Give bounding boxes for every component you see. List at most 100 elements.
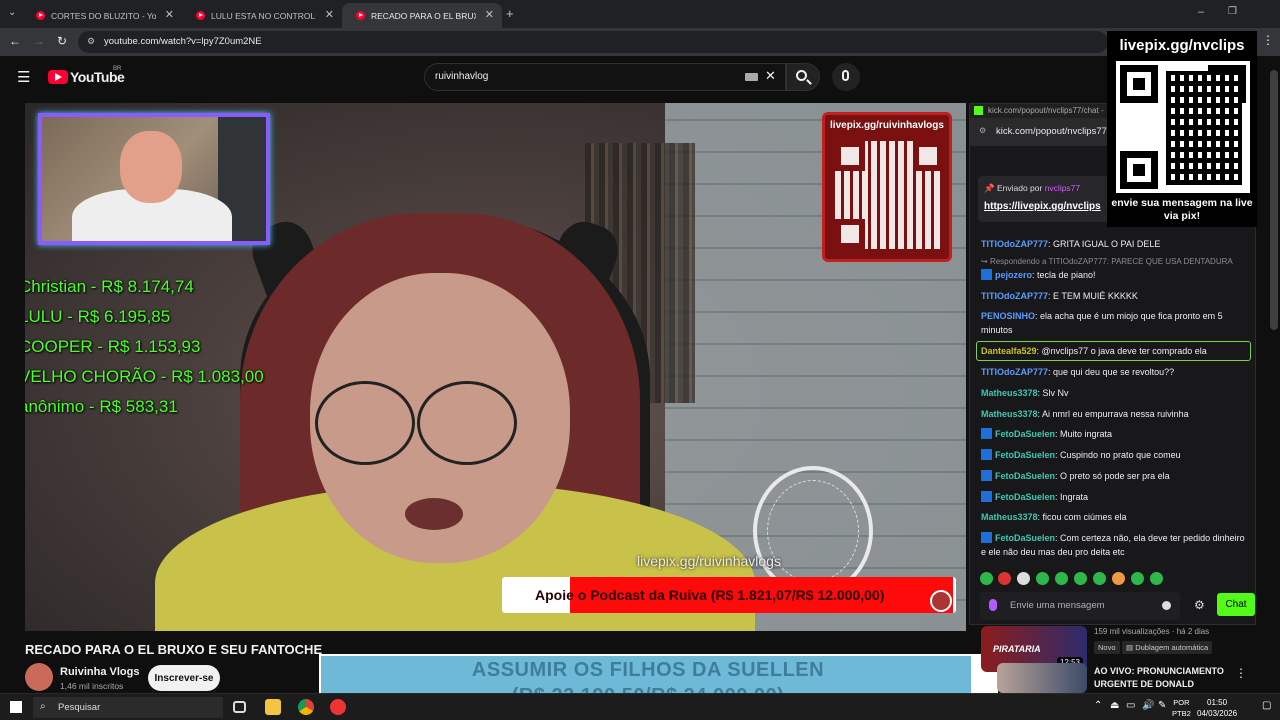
chat-username[interactable]: FetoDaSuelen — [995, 492, 1055, 502]
chat-username[interactable]: TITIOdoZAP777 — [981, 291, 1048, 301]
back-arrow-icon[interactable]: ← — [9, 34, 21, 48]
chat-input-placeholder: Envie uma mensagem — [1010, 600, 1105, 611]
thumbnail-text: PIRATARIA — [993, 644, 1041, 654]
task-view-icon[interactable] — [233, 701, 246, 713]
file-explorer-icon[interactable] — [265, 699, 281, 715]
chat-message: Matheus3378: Ai nmrl eu empurrava nessa … — [981, 407, 1246, 421]
tab-recado-para-o-el-bruxo[interactable]: RECADO PARA O EL BRUXO ✕ — [342, 3, 502, 28]
keyboard-icon[interactable] — [745, 73, 758, 81]
chat-text: : Muito ingrata — [1055, 429, 1113, 439]
search-input[interactable]: ruivinhavlog ✕ — [424, 63, 786, 91]
subscribe-button[interactable]: Inscrever-se — [148, 665, 220, 691]
chat-settings-gear-icon[interactable]: ⚙ — [1194, 598, 1205, 612]
address-bar[interactable]: ⚙ youtube.com/watch?v=lpy7Z0um2NE — [78, 31, 1108, 53]
microphone-icon[interactable] — [989, 599, 997, 611]
chat-username[interactable]: TITIOdoZAP777 — [981, 239, 1048, 249]
maximize-window-icon[interactable]: ❐ — [1228, 6, 1237, 17]
recommendation-thumbnail[interactable] — [997, 663, 1087, 693]
emote-icon[interactable] — [1074, 572, 1087, 585]
volume-icon[interactable]: 🔊 — [1142, 700, 1154, 711]
chat-message: FetoDaSuelen: Com certeza não, ela deve … — [981, 531, 1246, 559]
glasses-left-lens — [315, 381, 415, 465]
chrome-icon[interactable] — [298, 699, 314, 715]
emote-icon[interactable] — [980, 572, 993, 585]
more-actions-icon[interactable]: ⋮ — [1235, 666, 1247, 680]
network-icon[interactable]: ▭ — [1126, 700, 1135, 711]
close-tab-icon[interactable]: ✕ — [485, 8, 494, 21]
chat-username[interactable]: FetoDaSuelen — [995, 471, 1055, 481]
chat-username[interactable]: FetoDaSuelen — [995, 429, 1055, 439]
qr-finder — [913, 141, 943, 171]
tray-chevron-icon[interactable]: ⌃ — [1094, 700, 1102, 711]
pen-icon[interactable]: ✎ — [1158, 700, 1166, 711]
emote-icon[interactable] — [1112, 572, 1125, 585]
video-title: RECADO PARA O EL BRUXO E SEU FANTOCHE — [25, 642, 323, 657]
donor-rank-4: VELHO CHORÃO - R$ 1.083,00 — [25, 367, 264, 386]
qr-finder — [1120, 65, 1158, 103]
qr-code — [1116, 61, 1250, 193]
chat-username[interactable]: TITIOdoZAP777 — [981, 367, 1048, 377]
youtube-logo[interactable]: YouTube BR — [48, 66, 128, 88]
chat-username[interactable]: FetoDaSuelen — [995, 533, 1055, 543]
search-button[interactable] — [786, 63, 820, 91]
emote-icon[interactable] — [998, 572, 1011, 585]
emote-icon[interactable] — [1093, 572, 1106, 585]
input-language[interactable]: POR PTB2 — [1172, 697, 1191, 719]
notification-icon[interactable]: ▢ — [1262, 700, 1271, 711]
chrome-profile-icon[interactable] — [330, 699, 346, 715]
close-tab-icon[interactable]: ✕ — [325, 8, 334, 21]
emote-icon[interactable] — [1131, 572, 1144, 585]
chat-text: : E TEM MUIÉ KKKKK — [1048, 291, 1138, 301]
site-info-icon[interactable]: ⚙ — [87, 36, 95, 47]
forward-arrow-icon[interactable]: → — [33, 34, 45, 48]
taskbar-search[interactable]: ⌕ Pesquisar — [33, 697, 223, 718]
new-tab-icon[interactable]: + — [506, 6, 514, 21]
chat-username[interactable]: FetoDaSuelen — [995, 450, 1055, 460]
channel-avatar[interactable] — [25, 663, 53, 691]
chat-username[interactable]: Matheus3378 — [981, 388, 1038, 398]
tab-lulu-esta-no-controle[interactable]: LULU ESTA NO CONTROLE DE ✕ — [182, 3, 342, 28]
video-player[interactable]: Christian - R$ 8.174,74 LULU - R$ 6.195,… — [25, 103, 966, 631]
emote-icon[interactable] — [1150, 572, 1163, 585]
donation-goal-bar: Apoie o Podcast da Ruiva (R$ 1.821,07/R$… — [502, 577, 956, 613]
minimize-window-icon[interactable]: – — [1198, 6, 1204, 18]
voice-search-button[interactable] — [832, 63, 860, 91]
chat-username[interactable]: Matheus3378 — [981, 409, 1038, 419]
tab-search-icon[interactable]: ⌄ — [8, 7, 16, 18]
popout-title: kick.com/popout/nvclips77/chat - — [988, 106, 1104, 115]
chat-username[interactable]: pejozero — [995, 270, 1032, 280]
channel-name[interactable]: Ruivinha Vlogs — [60, 666, 139, 678]
chat-username[interactable]: Matheus3378 — [981, 512, 1038, 522]
chat-username[interactable]: Dantealfa529 — [981, 346, 1037, 356]
chat-message: PENOSINHO: ela acha que é um miojo que f… — [981, 309, 1246, 337]
windows-start-icon[interactable] — [10, 701, 22, 713]
reply-text: Respondendo a TITIOdoZAP777: PARECE QUE … — [989, 257, 1233, 266]
emoji-picker-icon[interactable] — [1162, 601, 1171, 610]
hamburger-menu-icon[interactable]: ☰ — [17, 68, 30, 86]
usb-icon[interactable]: ⏏ — [1110, 700, 1119, 711]
emote-icon[interactable] — [1017, 572, 1030, 585]
tab-cortes-do-bluzito[interactable]: CORTES DO BLUZITO - YouTube ✕ — [22, 3, 182, 28]
reply-context: ↪ Respondendo a TITIOdoZAP777: PARECE QU… — [981, 257, 1233, 266]
send-chat-button[interactable]: Chat — [1217, 593, 1255, 616]
play-triangle-icon — [55, 73, 62, 81]
microphone-icon — [842, 70, 849, 81]
pinned-message[interactable]: 📌 Enviado por nvclips77 https://livepix.… — [978, 176, 1118, 222]
chat-message-input[interactable]: Envie uma mensagem — [980, 592, 1180, 620]
qr-finder — [835, 219, 865, 249]
chat-message: TITIOdoZAP777: E TEM MUIÉ KKKKK — [981, 289, 1246, 303]
emote-icon[interactable] — [1055, 572, 1068, 585]
youtube-favicon-icon — [36, 11, 45, 20]
subscriber-badge-icon — [981, 428, 992, 439]
browser-menu-icon[interactable]: ⋮ — [1262, 33, 1274, 47]
pinned-link[interactable]: https://livepix.gg/nvclips — [984, 201, 1101, 212]
emote-icon[interactable] — [1036, 572, 1049, 585]
page-scrollbar[interactable] — [1270, 70, 1278, 330]
chat-username[interactable]: PENOSINHO — [981, 311, 1035, 321]
system-clock[interactable]: 01:50 04/03/2026 — [1197, 697, 1237, 719]
reload-icon[interactable]: ↻ — [57, 34, 67, 48]
close-tab-icon[interactable]: ✕ — [165, 8, 174, 21]
chat-message: FetoDaSuelen: Cuspindo no prato que come… — [981, 448, 1246, 462]
clear-search-icon[interactable]: ✕ — [765, 68, 776, 84]
glasses-right-lens — [417, 381, 517, 465]
